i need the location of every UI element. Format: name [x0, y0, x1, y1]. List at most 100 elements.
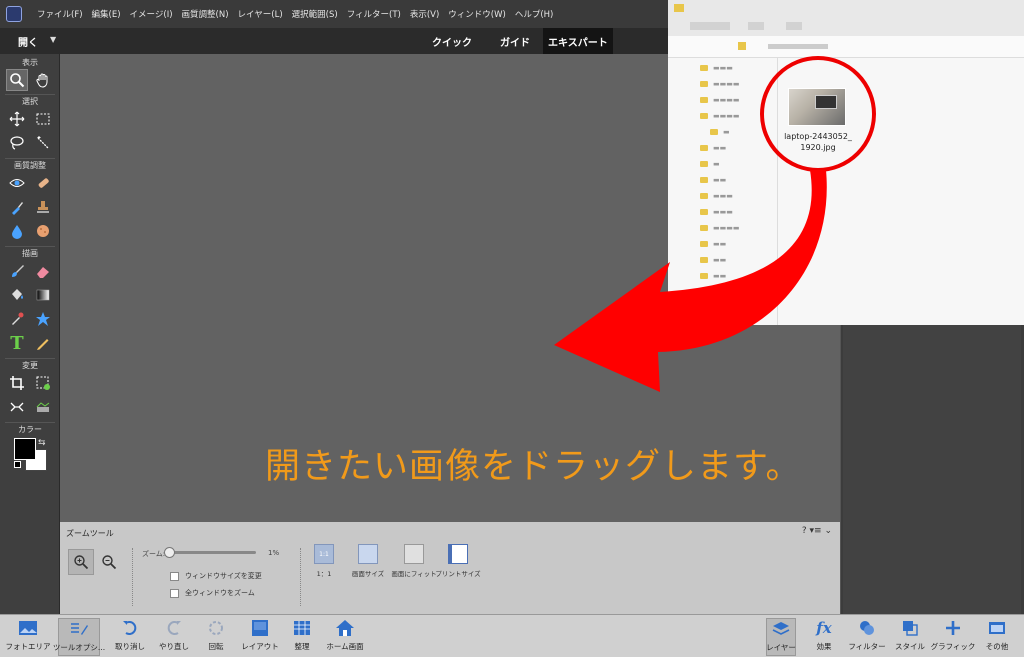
- foreground-color-swatch[interactable]: [14, 438, 36, 460]
- zoom-percent: 1%: [268, 549, 280, 557]
- menu-filter[interactable]: フィルター(T): [347, 8, 401, 20]
- tree-folder[interactable]: ▬▬▬▬: [700, 80, 739, 88]
- tree-folder[interactable]: ▬▬▬▬: [700, 96, 739, 104]
- straighten-icon[interactable]: [32, 396, 54, 418]
- home-screen-button[interactable]: ホーム画面: [326, 618, 364, 656]
- redo-button[interactable]: やり直し: [156, 618, 192, 656]
- menu-layer[interactable]: レイヤー(L): [238, 8, 283, 20]
- styles-icon: [899, 618, 921, 638]
- chevron-down-icon[interactable]: ▼: [50, 35, 56, 44]
- one-to-one-button[interactable]: 1:1 1：1: [304, 544, 344, 584]
- zoom-label: ズーム:: [142, 550, 166, 558]
- layout-button[interactable]: レイアウト: [241, 618, 279, 656]
- move-tool-icon[interactable]: [6, 108, 28, 130]
- zoom-slider-handle[interactable]: [164, 547, 175, 558]
- section-select-label: 選択: [22, 97, 38, 106]
- menu-file[interactable]: ファイル(F): [37, 8, 83, 20]
- menu-help[interactable]: ヘルプ(H): [515, 8, 554, 20]
- app-logo-icon: [0, 0, 28, 28]
- highlight-circle: [760, 56, 876, 172]
- menu-window[interactable]: ウィンドウ(W): [448, 8, 506, 20]
- blur-drop-icon[interactable]: [6, 220, 28, 242]
- paint-bucket-icon[interactable]: [6, 284, 28, 306]
- tree-folder[interactable]: ▬▬▬: [700, 64, 733, 72]
- text-tool-icon[interactable]: T: [6, 332, 28, 354]
- content-aware-move-icon[interactable]: [6, 396, 28, 418]
- home-icon: [334, 618, 356, 638]
- red-eye-icon[interactable]: [6, 172, 28, 194]
- photo-bin-icon: [17, 618, 39, 638]
- rotate-icon: [205, 618, 227, 638]
- tree-folder[interactable]: ▬: [700, 160, 720, 168]
- toolbox: 表示 選択 画質調整 描画 T 変更 カラー ⇆: [0, 54, 60, 614]
- options-help-icons[interactable]: ? ▾≡ ⌄: [802, 526, 832, 536]
- section-enhance-label: 画質調整: [14, 161, 46, 170]
- swap-colors-icon[interactable]: ⇆: [38, 438, 46, 448]
- magic-wand-icon[interactable]: [32, 132, 54, 154]
- marquee-tool-icon[interactable]: [32, 108, 54, 130]
- organize-button[interactable]: 整理: [286, 618, 318, 656]
- crop-tool-icon[interactable]: [6, 372, 28, 394]
- tree-folder[interactable]: ▬▬▬▬: [700, 112, 739, 120]
- zoom-out-icon[interactable]: [96, 549, 122, 575]
- organize-icon: [291, 618, 313, 638]
- menu-edit[interactable]: 編集(E): [92, 8, 121, 20]
- fill-screen-button[interactable]: 画面にフィット: [391, 544, 437, 584]
- layers-button[interactable]: レイヤー: [766, 618, 796, 656]
- explorer-address-bar[interactable]: [668, 36, 1024, 58]
- fit-screen-button[interactable]: 画面サイズ: [348, 544, 388, 584]
- eraser-icon[interactable]: [32, 260, 54, 282]
- plus-icon: [942, 618, 964, 638]
- zoom-tool-icon[interactable]: [6, 69, 28, 91]
- tool-options-icon: [68, 619, 90, 639]
- graphics-button[interactable]: グラフィック: [931, 618, 975, 656]
- task-bar: フォトエリア ツールオプシ... 取り消し やり直し 回転 レイアウト 整理 ホ…: [0, 614, 1024, 657]
- filters-button[interactable]: フィルター: [848, 618, 886, 656]
- default-colors-icon[interactable]: [14, 461, 21, 468]
- zoom-all-checkbox[interactable]: 全ウィンドウをズーム: [170, 588, 255, 598]
- more-button[interactable]: その他: [982, 618, 1012, 656]
- tool-options-button[interactable]: ツールオプシ...: [53, 618, 105, 656]
- sponge-icon[interactable]: [32, 220, 54, 242]
- lasso-tool-icon[interactable]: [6, 132, 28, 154]
- print-size-button[interactable]: プリントサイズ: [435, 544, 481, 584]
- undo-icon: [119, 618, 141, 638]
- zoom-slider[interactable]: [168, 551, 256, 554]
- fx-icon: fx: [816, 619, 832, 637]
- clone-stamp-icon[interactable]: [32, 196, 54, 218]
- section-modify-label: 変更: [22, 361, 38, 370]
- undo-button[interactable]: 取り消し: [112, 618, 148, 656]
- tab-guided[interactable]: ガイド: [500, 34, 530, 49]
- menu-view[interactable]: 表示(V): [410, 8, 439, 20]
- explorer-ribbon: [668, 0, 1024, 36]
- recompose-icon[interactable]: [32, 372, 54, 394]
- instruction-caption: 開きたい画像をドラッグします。: [265, 447, 802, 487]
- tab-quick[interactable]: クイック: [432, 34, 472, 49]
- smart-brush-icon[interactable]: [6, 196, 28, 218]
- menu-select[interactable]: 選択範囲(S): [292, 8, 338, 20]
- folder-icon: [674, 4, 684, 12]
- section-draw-label: 描画: [22, 249, 38, 258]
- resize-windows-checkbox[interactable]: ウィンドウサイズを変更: [170, 571, 262, 581]
- tab-expert[interactable]: エキスパート: [543, 28, 613, 54]
- pencil-icon[interactable]: [32, 332, 54, 354]
- eyedropper-icon[interactable]: [6, 308, 28, 330]
- rotate-button[interactable]: 回転: [200, 618, 232, 656]
- effects-button[interactable]: fx 効果: [810, 618, 838, 656]
- drag-arrow-icon: [554, 170, 827, 392]
- brush-tool-icon[interactable]: [6, 260, 28, 282]
- menu-enhance[interactable]: 画質調整(N): [182, 8, 229, 20]
- custom-shape-icon[interactable]: [32, 308, 54, 330]
- styles-button[interactable]: スタイル: [894, 618, 926, 656]
- open-button[interactable]: 開く: [18, 34, 38, 49]
- spot-healing-icon[interactable]: [32, 172, 54, 194]
- gradient-icon[interactable]: [32, 284, 54, 306]
- tree-folder[interactable]: ▬▬: [700, 144, 726, 152]
- menu-image[interactable]: イメージ(I): [130, 8, 173, 20]
- photo-bin-button[interactable]: フォトエリア: [6, 618, 51, 656]
- hand-tool-icon[interactable]: [32, 69, 54, 91]
- layout-icon: [249, 618, 271, 638]
- redo-icon: [163, 618, 185, 638]
- tree-folder[interactable]: ▬: [710, 128, 730, 136]
- zoom-in-icon[interactable]: [68, 549, 94, 575]
